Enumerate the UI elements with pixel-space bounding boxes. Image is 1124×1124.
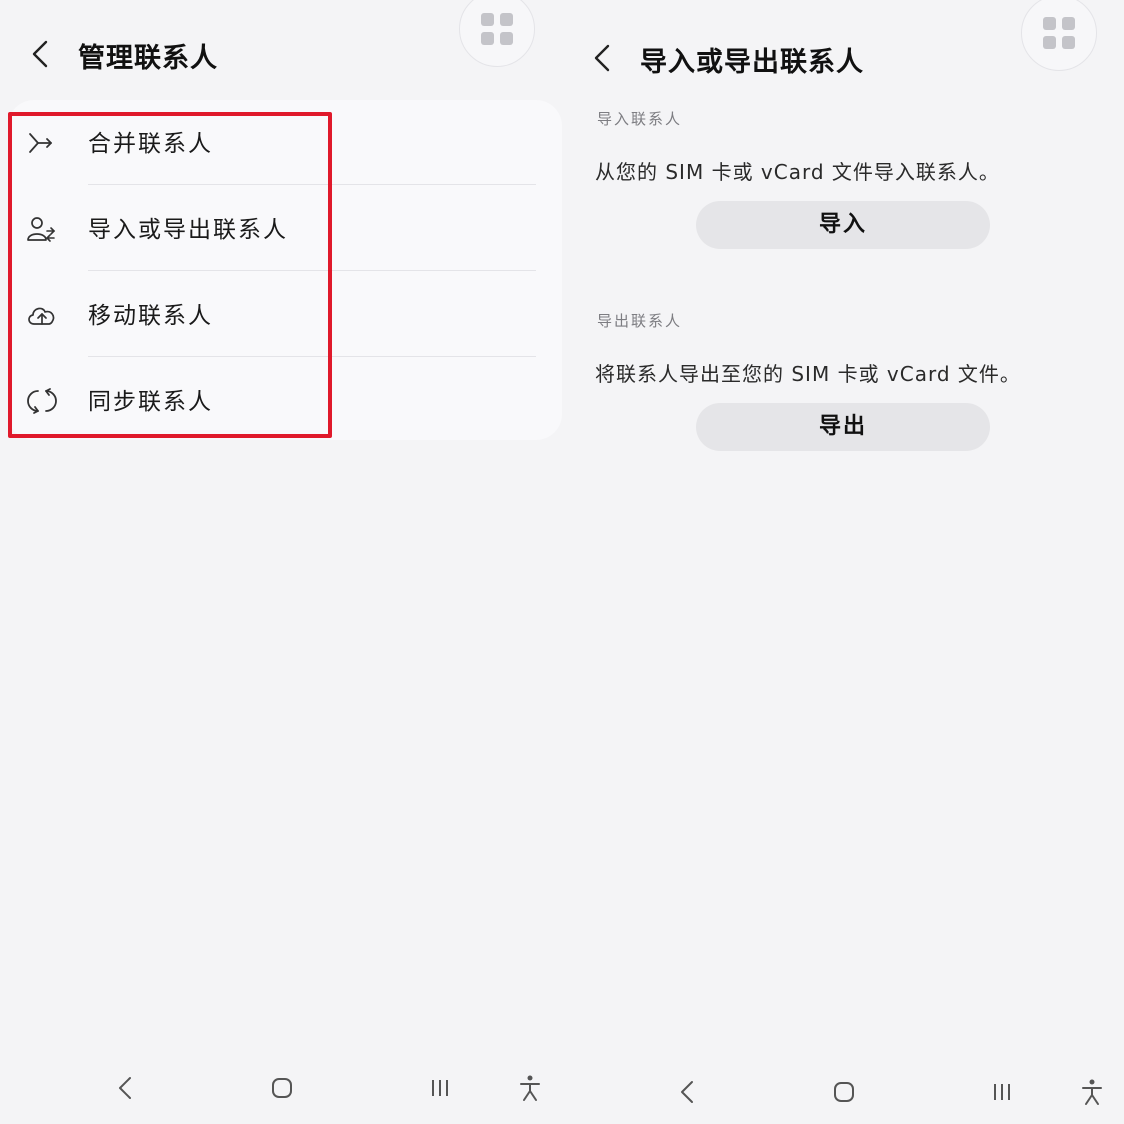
chevron-left-icon (594, 44, 610, 72)
nav-accessibility-button[interactable] (1072, 1074, 1112, 1114)
menu-item-import-export-contacts[interactable]: 导入或导出联系人 (20, 186, 540, 272)
nav-recents-button[interactable] (420, 1070, 460, 1110)
grid-icon (1043, 17, 1075, 49)
export-description: 将联系人导出至您的 SIM 卡或 vCard 文件。 (595, 362, 1021, 386)
page-title: 管理联系人 (78, 43, 218, 74)
navigation-bar (562, 1074, 1124, 1114)
person-transfer-icon (26, 214, 58, 244)
divider (88, 356, 536, 357)
menu-item-move-contacts[interactable]: 移动联系人 (20, 272, 540, 358)
home-icon (834, 1082, 854, 1102)
back-button[interactable] (588, 38, 624, 78)
nav-accessibility-button[interactable] (510, 1070, 550, 1110)
apps-grid-button[interactable] (1021, 0, 1097, 71)
import-export-screen: 导入或导出联系人 导入联系人 从您的 SIM 卡或 vCard 文件导入联系人。… (562, 0, 1124, 1124)
import-description: 从您的 SIM 卡或 vCard 文件导入联系人。 (595, 160, 1000, 184)
import-button[interactable]: 导入 (696, 201, 990, 249)
menu-item-label: 合并联系人 (88, 131, 213, 157)
cloud-upload-icon (26, 300, 58, 330)
export-section-header: 导出联系人 (597, 312, 683, 330)
export-button[interactable]: 导出 (696, 403, 990, 451)
menu-item-label: 导入或导出联系人 (88, 217, 288, 243)
divider (88, 184, 536, 185)
menu-item-label: 同步联系人 (88, 389, 213, 415)
recents-icon (432, 1080, 448, 1096)
merge-icon (26, 128, 58, 158)
nav-back-button[interactable] (106, 1070, 146, 1110)
navigation-bar (0, 1070, 562, 1110)
page-title: 导入或导出联系人 (640, 47, 864, 78)
back-icon (681, 1081, 693, 1103)
accessibility-icon (1082, 1079, 1102, 1105)
accessibility-icon (520, 1075, 540, 1101)
back-icon (119, 1077, 131, 1099)
manage-contacts-screen: 管理联系人 合并联系人 导入或导出联系人 移动联系人 同步联系人 (0, 0, 562, 1124)
menu-item-label: 移动联系人 (88, 303, 213, 329)
back-button[interactable] (26, 34, 62, 74)
nav-recents-button[interactable] (982, 1074, 1022, 1114)
recents-icon (994, 1084, 1010, 1100)
import-section-header: 导入联系人 (597, 110, 683, 128)
nav-home-button[interactable] (824, 1074, 864, 1114)
home-icon (272, 1078, 292, 1098)
grid-icon (481, 13, 513, 45)
menu-item-sync-contacts[interactable]: 同步联系人 (20, 358, 540, 444)
nav-back-button[interactable] (668, 1074, 708, 1114)
apps-grid-button[interactable] (459, 0, 535, 67)
divider (88, 270, 536, 271)
menu-item-merge-contacts[interactable]: 合并联系人 (20, 100, 540, 186)
sync-icon (26, 386, 58, 416)
nav-home-button[interactable] (262, 1070, 302, 1110)
chevron-left-icon (32, 40, 48, 68)
